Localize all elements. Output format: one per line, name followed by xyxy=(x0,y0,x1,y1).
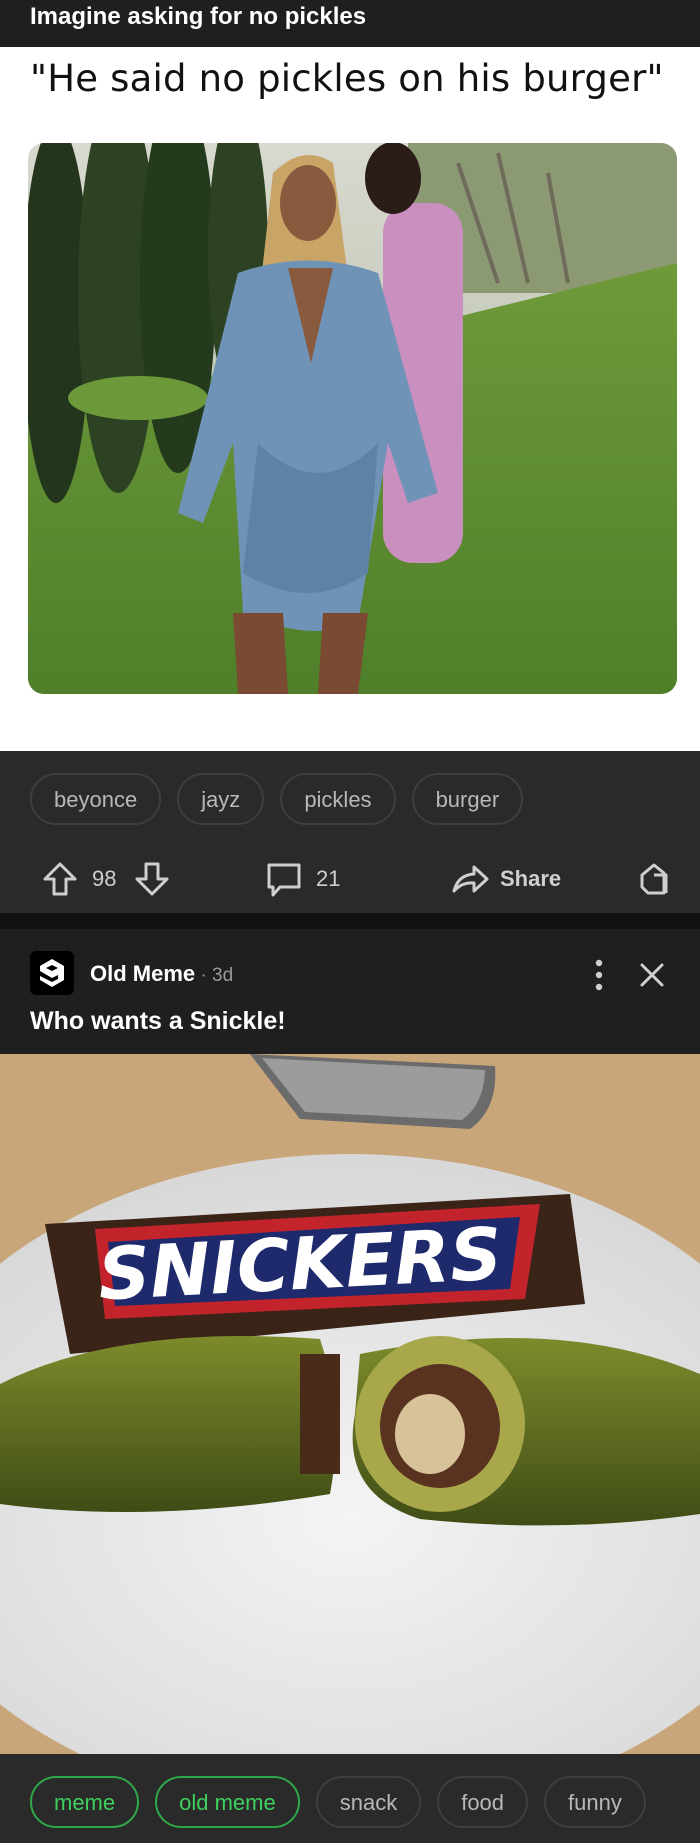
bookmark-bag-icon xyxy=(640,863,668,895)
post-author[interactable]: Old Meme · 3d xyxy=(90,961,233,987)
couple-photo-illustration xyxy=(28,143,677,694)
post-divider xyxy=(0,913,700,929)
tag-meme[interactable]: meme xyxy=(30,1776,140,1828)
upvote-button[interactable] xyxy=(40,851,80,907)
meme-caption: "He said no pickles on his burger" xyxy=(30,57,664,100)
post-title[interactable]: Imagine asking for no pickles xyxy=(0,0,700,47)
share-label: Share xyxy=(500,866,562,891)
comment-count: 21 xyxy=(316,866,341,891)
downvote-arrow-icon xyxy=(135,862,169,896)
tag-snack[interactable]: snack xyxy=(315,1776,422,1828)
author-name[interactable]: Old Meme xyxy=(90,961,195,986)
kebab-menu-icon xyxy=(595,959,603,991)
9gag-glyph-icon xyxy=(40,959,64,987)
save-button[interactable] xyxy=(634,851,674,907)
comment-bubble-icon xyxy=(267,863,301,897)
upvote-arrow-icon xyxy=(43,862,77,896)
tag-food[interactable]: food xyxy=(437,1776,529,1828)
close-button[interactable] xyxy=(638,961,666,994)
post-title[interactable]: Who wants a Snickle! xyxy=(30,1007,286,1036)
comments-button[interactable]: 21 xyxy=(264,851,340,907)
more-options-button[interactable] xyxy=(592,957,606,998)
close-icon xyxy=(640,963,664,987)
upvote-count: 98 xyxy=(92,866,117,891)
9gag-logo-icon[interactable] xyxy=(30,951,74,995)
share-button[interactable]: Share xyxy=(450,851,561,907)
post-footer: meme old meme snack food funny xyxy=(0,1754,700,1843)
tag-pickles[interactable]: pickles xyxy=(280,773,396,825)
action-bar: 98 21 Share xyxy=(0,851,700,907)
tag-burger[interactable]: burger xyxy=(411,773,524,825)
post-header: Old Meme · 3d Who wants a Snickle! xyxy=(0,929,700,1054)
post-age: 3d xyxy=(212,965,234,986)
meme-image[interactable]: SNICKERS xyxy=(0,1054,700,1754)
snickers-pickle-photo: SNICKERS xyxy=(0,1054,700,1754)
tag-jayz[interactable]: jayz xyxy=(177,773,265,825)
tag-list: beyonce jayz pickles burger xyxy=(30,773,524,825)
meme-image[interactable]: "He said no pickles on his burger" xyxy=(0,47,700,751)
share-arrow-icon xyxy=(452,865,489,893)
meme-photo xyxy=(28,143,677,694)
post-footer: beyonce jayz pickles burger 98 21 Share xyxy=(0,751,700,913)
tag-old-meme[interactable]: old meme xyxy=(155,1776,300,1828)
tag-funny[interactable]: funny xyxy=(544,1776,646,1828)
downvote-button[interactable] xyxy=(132,851,172,907)
tag-list: meme old meme snack food funny xyxy=(30,1776,646,1828)
tag-beyonce[interactable]: beyonce xyxy=(30,773,162,825)
